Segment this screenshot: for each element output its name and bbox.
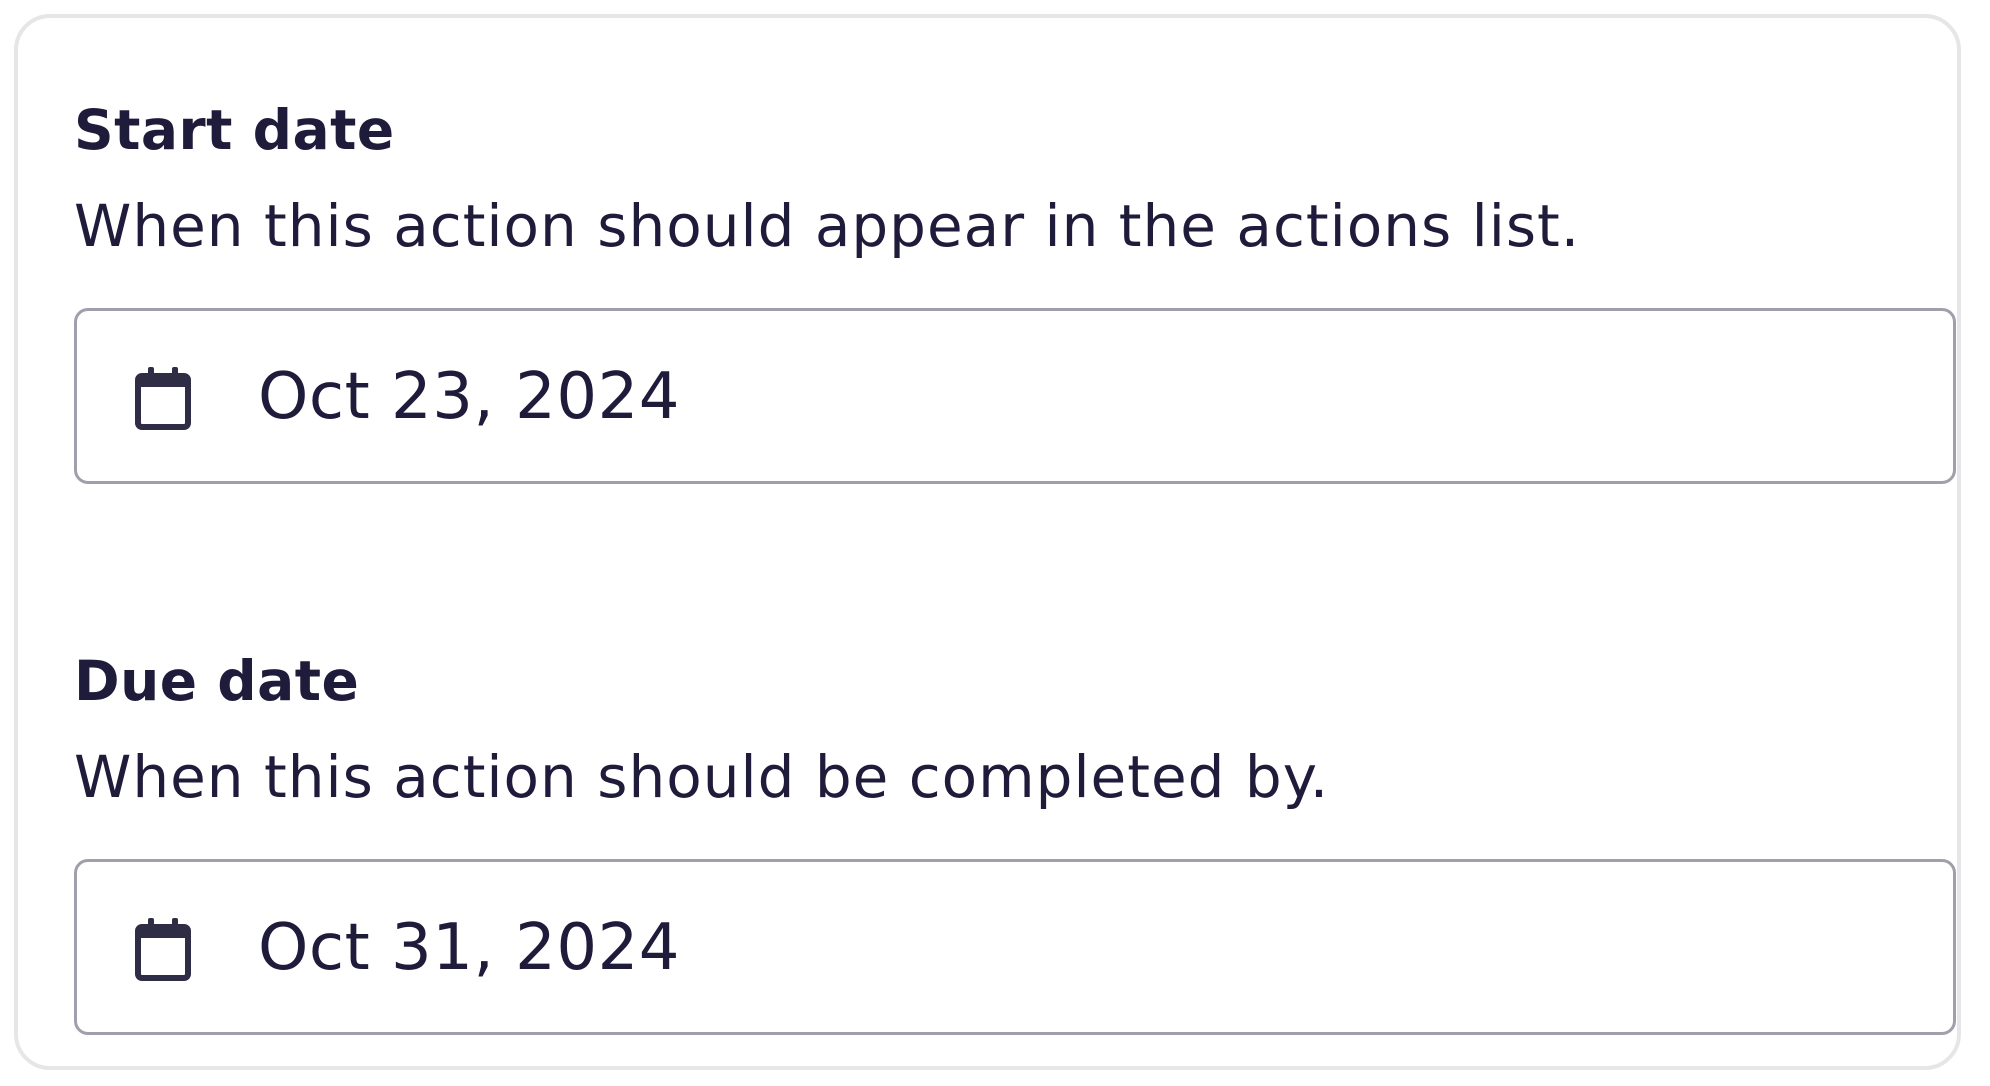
calendar-icon [134,367,192,431]
start-date-input[interactable]: Oct 23, 2024 [74,308,1956,484]
start-date-label: Start date [74,98,395,162]
calendar-icon [134,918,192,982]
start-date-description: When this action should appear in the ac… [74,192,1581,260]
start-date-value: Oct 23, 2024 [258,360,680,434]
due-date-description: When this action should be completed by. [74,743,1330,811]
due-date-input[interactable]: Oct 31, 2024 [74,859,1956,1035]
due-date-label: Due date [74,649,360,713]
date-settings-card: Start date When this action should appea… [14,14,1961,1070]
due-date-value: Oct 31, 2024 [258,911,680,985]
